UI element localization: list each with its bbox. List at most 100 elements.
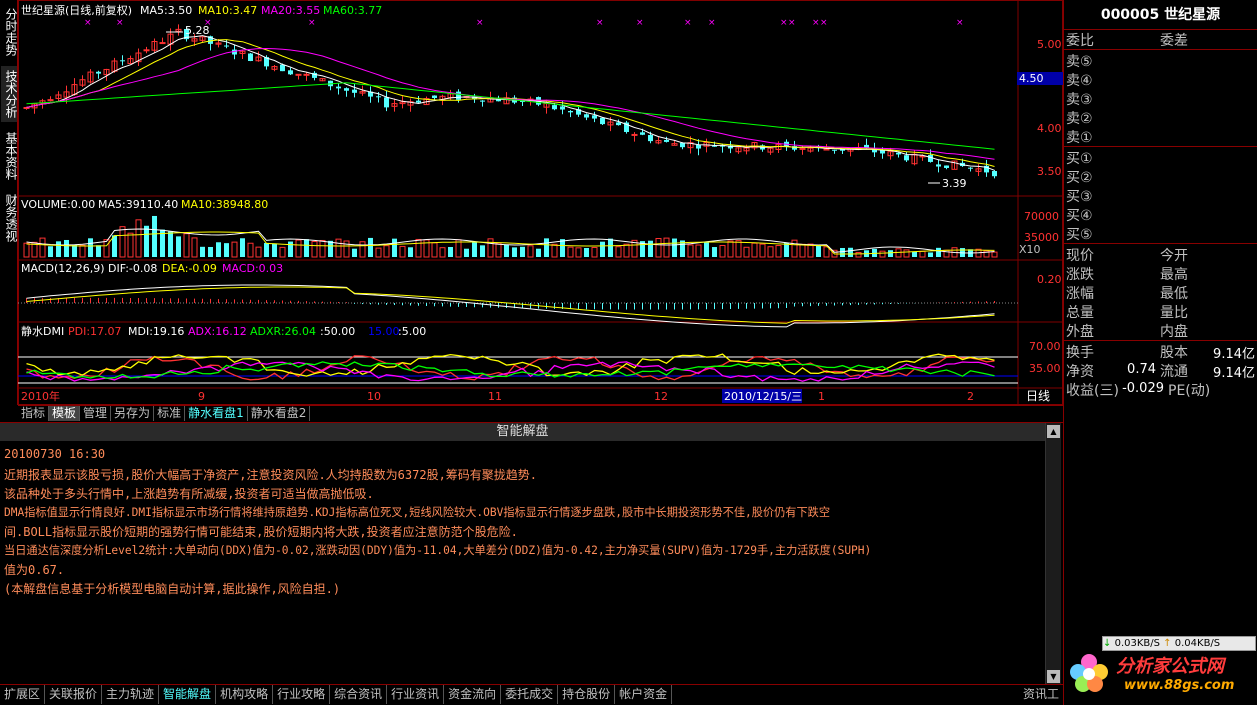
quote-panel: 000005 世纪星源 委比 委差 卖⑤ 卖④ 卖③ 卖② 卖① 买① 买② 买… [1063,0,1257,705]
info-tab[interactable]: 资讯工 [1023,685,1059,704]
volume-bar [807,243,814,258]
tab-save-as[interactable]: 另存为 [111,406,155,421]
tab-positions[interactable]: 持仓股份 [558,685,616,704]
tab-orders[interactable]: 委托成交 [501,685,559,704]
net-speed-widget: ↓ 0.03KB/S ↑ 0.04KB/S [1102,636,1256,651]
candle-body [640,132,645,135]
volume-bar [695,244,702,258]
volume-bar [912,251,917,257]
dmi-adx: ADX:16.12 [188,325,247,338]
stat-price: 现价 [1066,248,1094,264]
macd-title: MACD(12,26,9) [21,262,105,275]
ma60-label: MA60:3.77 [323,4,382,17]
stat-volume: 总量 [1066,305,1094,321]
tab-jingshui-2[interactable]: 静水看盘2 [248,406,311,421]
volume-bar [439,247,446,258]
volume-bar [352,248,357,257]
chart-title: 世纪星源(日线,前复权) [21,3,132,17]
volume-bar [608,238,613,257]
volume-bar [767,246,774,258]
volume-bar [520,246,525,257]
tab-account-funds[interactable]: 帐户资金 [615,685,673,704]
candle-body [823,148,830,151]
period-label[interactable]: 日线 [1026,389,1050,403]
eps-value: -0.029 [1122,381,1164,396]
tab-jingshui-1[interactable]: 静水看盘1 [185,406,248,421]
tab-template[interactable]: 模板 [49,406,81,421]
volume-bar [200,246,205,257]
tab-basic-info[interactable]: 基本资料 [1,128,18,184]
scroll-down-icon[interactable]: ▼ [1047,670,1060,683]
volume-bar [392,238,397,257]
volume-bar [584,247,589,257]
divider [1064,146,1257,147]
dmi-pdi: PDI:17.07 [68,325,122,338]
analysis-line: 当日通达信深度分析Level2统计:大单动向(DDX)值为-0.02,涨跌动因(… [4,544,872,557]
event-marker: × [956,18,964,28]
candle-body [336,86,341,89]
event-marker: × [708,18,716,28]
volume-bar [759,243,766,258]
dmi-l5: :5.00 [398,325,426,338]
tab-industry-news[interactable]: 行业资讯 [387,685,445,704]
volume-bar [888,250,893,257]
candle-body [456,91,461,100]
analysis-line: 值为0.67. [4,563,65,577]
tab-main-track[interactable]: 主力轨迹 [102,685,160,704]
volume-bar [504,244,509,257]
event-marker: × [780,18,788,28]
volume-bar [272,243,277,257]
current-price-text: 4.50 [1019,72,1044,85]
candle-body [288,70,293,75]
volume-bar [936,247,941,257]
volume-bar [560,239,565,257]
volume-bar [727,240,734,258]
tab-indicator[interactable]: 指标 [18,406,50,421]
download-speed: 0.03KB/S [1114,638,1160,649]
tab-related-quote[interactable]: 关联报价 [45,685,103,704]
tab-smart-analysis[interactable]: 智能解盘 [159,685,217,704]
candle-body [584,114,589,118]
volume-bar [152,215,157,257]
volume-bar [119,226,126,258]
tab-technical[interactable]: 技术分析 [1,66,18,122]
panel-scrollbar[interactable]: ▲ ▼ [1045,423,1061,685]
volume-bar [784,242,789,257]
volume-bar [135,219,142,258]
event-marker: × [636,18,644,28]
candle-body [248,53,253,62]
volume-unit: X10 [1019,243,1041,256]
tab-timeshare[interactable]: 分时走势 [1,4,18,60]
tab-expand[interactable]: 扩展区 [0,685,46,704]
dmi-tick: 35.00 [1029,362,1061,375]
upload-speed: 0.04KB/S [1174,638,1221,649]
buy-4: 买④ [1066,208,1093,224]
candle-body [352,89,357,93]
price-tick: 4.00 [1037,122,1062,135]
candle-body [480,100,485,102]
volume-bar [359,241,366,258]
volume-bar [648,240,653,257]
volume-bar [848,247,853,257]
volume-bar [311,241,318,258]
tab-manage[interactable]: 管理 [80,406,112,421]
scroll-up-icon[interactable]: ▲ [1047,425,1060,438]
volume-bar [712,247,717,257]
volume-bar [144,225,149,257]
stock-chart[interactable]: × × × × × × × × × × × × × × 世纪星源(日线,前复权) MA5:3.50 MA1… [18,0,1063,405]
tab-financial[interactable]: 财务透视 [1,190,18,246]
tab-industry[interactable]: 行业攻略 [273,685,331,704]
stat-inner: 内盘 [1160,324,1188,340]
volume-bar [368,237,373,257]
tab-fund-flow[interactable]: 资金流向 [444,685,502,704]
macd-value: MACD:0.03 [222,262,283,275]
tab-general-news[interactable]: 综合资讯 [330,685,388,704]
volume-bar [512,247,517,257]
tab-standard[interactable]: 标准 [154,406,186,421]
macd-dif: DIF:-0.08 [108,262,157,275]
volume-bar [591,246,598,258]
volume-bar [544,238,549,257]
volume-bar [127,232,134,258]
tab-institution[interactable]: 机构攻略 [216,685,274,704]
sell-1: 卖① [1066,130,1093,146]
